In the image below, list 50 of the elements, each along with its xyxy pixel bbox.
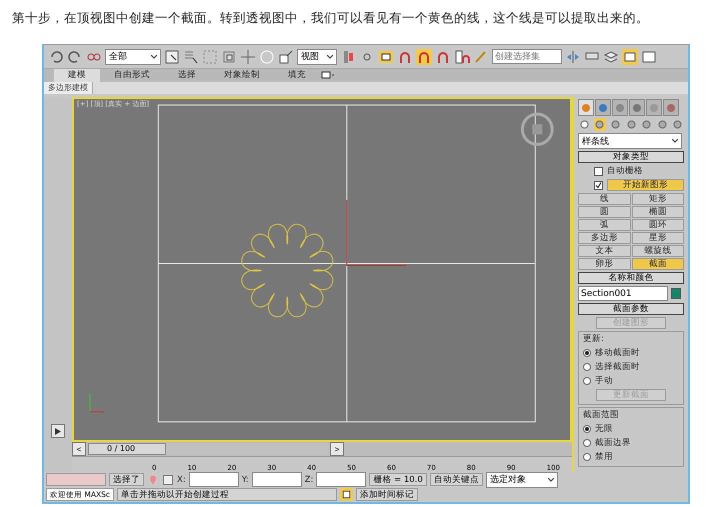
selection-status: 选择了 xyxy=(109,473,144,486)
shape-button[interactable]: 弧 xyxy=(578,219,630,231)
radio-label: 选择截面时 xyxy=(595,361,640,373)
shape-button[interactable]: 圆环 xyxy=(632,219,684,231)
time-slider-thumb[interactable]: 0 / 100 xyxy=(88,443,166,455)
selection-filter-dropdown[interactable]: 全部 xyxy=(105,48,161,64)
ribbon-tab[interactable]: 自由形式 xyxy=(100,69,164,82)
shape-button[interactable]: 线 xyxy=(578,193,630,205)
radio-label: 截面边界 xyxy=(595,437,631,449)
next-frame-button[interactable]: > xyxy=(330,442,344,456)
group-title: 更新: xyxy=(583,333,605,345)
rollout-header[interactable]: 截面参数 xyxy=(578,303,684,315)
shape-button[interactable]: 圆 xyxy=(578,206,630,218)
shape-button[interactable]: 文本 xyxy=(578,245,630,257)
ribbon-tab[interactable]: 填充 xyxy=(274,69,320,82)
time-slider-track[interactable]: 0 / 100 xyxy=(88,443,328,455)
group-title: 截面范围 xyxy=(583,409,620,421)
name-field[interactable]: Section001 xyxy=(578,286,668,301)
shape-button[interactable]: 矩形 xyxy=(632,193,684,205)
rollout-header[interactable]: 名称和颜色 xyxy=(578,272,684,284)
radio-label: 移动截面时 xyxy=(595,347,640,359)
previous-frame-button[interactable]: < xyxy=(72,442,86,456)
ribbon-tab[interactable]: 选择 xyxy=(164,69,210,82)
rollout-header[interactable]: 对象类型 xyxy=(578,151,684,163)
shape-button[interactable]: 星形 xyxy=(632,232,684,244)
named-selection-field[interactable]: 创建选择集 xyxy=(492,49,562,64)
x-label: X: xyxy=(177,474,186,484)
prompt-text: 单击并拖动以开始创建过程 xyxy=(117,488,338,501)
start-new-shape-button[interactable]: 开始新图形 xyxy=(607,179,684,191)
y-label: Y: xyxy=(242,474,249,484)
radio-label: 无限 xyxy=(595,423,613,435)
checkbox-label: 自动栅格 xyxy=(607,165,643,177)
shape-button[interactable]: 椭圆 xyxy=(632,206,684,218)
auto-key-button[interactable]: 自动关键点 xyxy=(430,473,483,486)
key-filter-dropdown[interactable]: 选定对象 xyxy=(486,472,558,488)
ribbon-tab[interactable]: 建模 xyxy=(54,69,100,82)
grid-size: 栅格 = 10.0 xyxy=(369,473,427,486)
z-label: Z: xyxy=(304,474,314,484)
shape-button[interactable]: 卵形 xyxy=(578,258,630,270)
category-dropdown[interactable]: 样条线 xyxy=(578,133,682,149)
radio-label: 手动 xyxy=(595,375,613,387)
caption-text: 第十步，在顶视图中创建一个截面。转到透视图中，我们可以看见有一个黄色的线，这个线是可以提取出来的。 xyxy=(11,9,650,27)
shape-button[interactable]: 多边形 xyxy=(578,232,630,244)
shape-button[interactable]: 螺旋线 xyxy=(632,245,684,257)
add-time-tag-button[interactable]: 添加时间标记 xyxy=(356,488,418,501)
reference-coordinate-dropdown[interactable]: 视图 xyxy=(297,48,337,64)
ribbon-tab[interactable]: 对象绘制 xyxy=(210,69,274,82)
shape-button[interactable]: 截面 xyxy=(632,258,684,270)
ribbon-panel-tab[interactable]: 多边形建模 xyxy=(44,82,93,94)
radio-label: 禁用 xyxy=(595,451,613,463)
